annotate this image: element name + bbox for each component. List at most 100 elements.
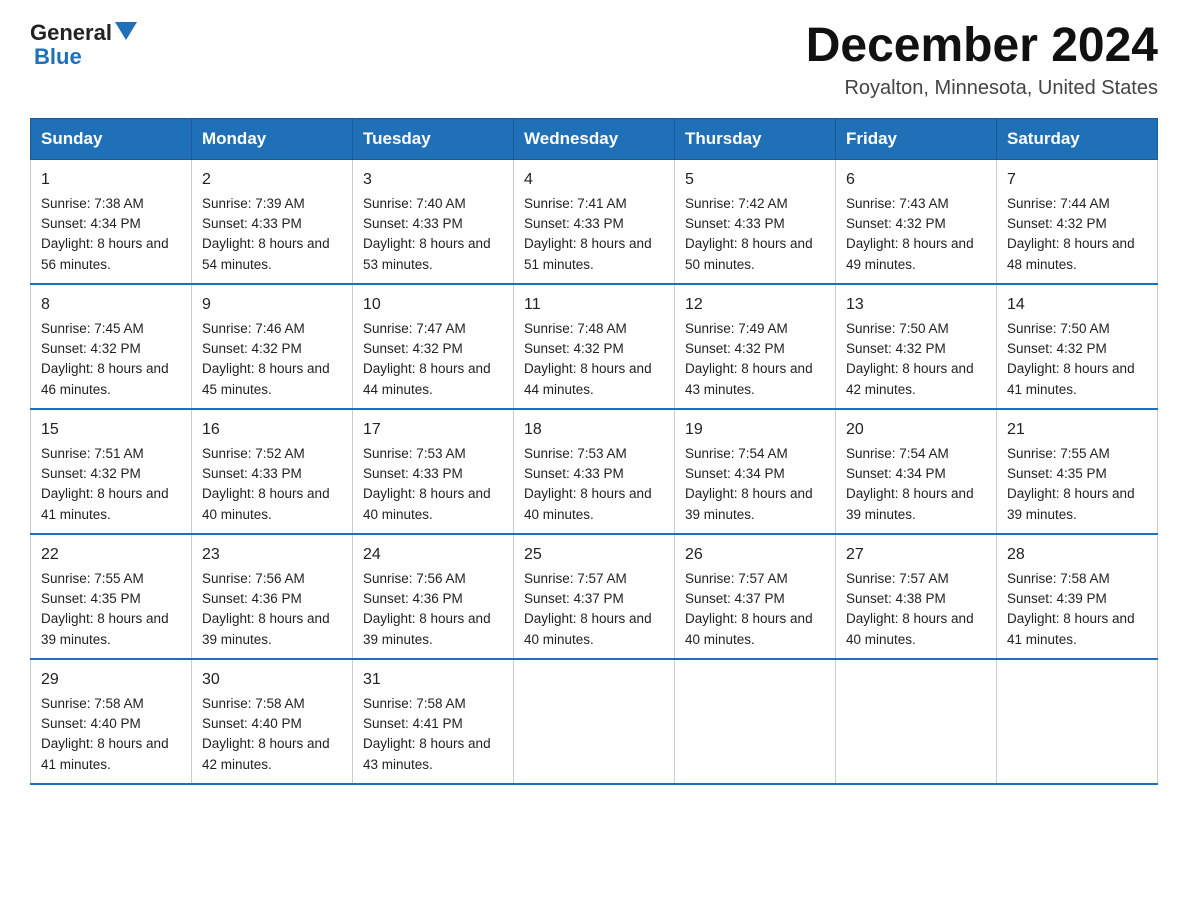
calendar-cell: 8Sunrise: 7:45 AMSunset: 4:32 PMDaylight… <box>31 284 192 409</box>
daylight-text: Daylight: 8 hours and 39 minutes. <box>685 486 813 521</box>
daylight-text: Daylight: 8 hours and 40 minutes. <box>363 486 491 521</box>
calendar-cell: 13Sunrise: 7:50 AMSunset: 4:32 PMDayligh… <box>836 284 997 409</box>
days-header-row: SundayMondayTuesdayWednesdayThursdayFrid… <box>31 118 1158 159</box>
sunset-text: Sunset: 4:40 PM <box>202 716 302 731</box>
day-number: 31 <box>363 668 503 692</box>
calendar-cell: 2Sunrise: 7:39 AMSunset: 4:33 PMDaylight… <box>192 159 353 284</box>
month-title: December 2024 <box>806 20 1158 73</box>
daylight-text: Daylight: 8 hours and 40 minutes. <box>202 486 330 521</box>
calendar-cell: 15Sunrise: 7:51 AMSunset: 4:32 PMDayligh… <box>31 409 192 534</box>
sunset-text: Sunset: 4:32 PM <box>202 341 302 356</box>
daylight-text: Daylight: 8 hours and 44 minutes. <box>524 361 652 396</box>
calendar-cell: 29Sunrise: 7:58 AMSunset: 4:40 PMDayligh… <box>31 659 192 784</box>
sunset-text: Sunset: 4:32 PM <box>41 341 141 356</box>
calendar-cell: 19Sunrise: 7:54 AMSunset: 4:34 PMDayligh… <box>675 409 836 534</box>
sunrise-text: Sunrise: 7:50 AM <box>1007 321 1110 336</box>
sunrise-text: Sunrise: 7:53 AM <box>363 446 466 461</box>
day-number: 18 <box>524 418 664 442</box>
sunrise-text: Sunrise: 7:50 AM <box>846 321 949 336</box>
logo: General Blue <box>30 20 137 70</box>
calendar-table: SundayMondayTuesdayWednesdayThursdayFrid… <box>30 118 1158 785</box>
day-number: 23 <box>202 543 342 567</box>
day-number: 17 <box>363 418 503 442</box>
calendar-cell: 27Sunrise: 7:57 AMSunset: 4:38 PMDayligh… <box>836 534 997 659</box>
sunset-text: Sunset: 4:32 PM <box>41 466 141 481</box>
day-number: 3 <box>363 168 503 192</box>
daylight-text: Daylight: 8 hours and 41 minutes. <box>41 736 169 771</box>
daylight-text: Daylight: 8 hours and 40 minutes. <box>846 611 974 646</box>
day-number: 5 <box>685 168 825 192</box>
calendar-week-row: 15 Sunrise: 7:51 AM Sunset: 4:32 PM Dayligh… <box>31 409 1158 534</box>
sunrise-text: Sunrise: 7:40 AM <box>363 196 466 211</box>
sunset-text: Sunset: 4:39 PM <box>1007 591 1107 606</box>
calendar-cell: 6Sunrise: 7:43 AMSunset: 4:32 PMDaylight… <box>836 159 997 284</box>
day-number: 7 <box>1007 168 1147 192</box>
sunrise-text: Sunrise: 7:51 AM <box>41 446 144 461</box>
sunset-text: Sunset: 4:33 PM <box>202 466 302 481</box>
sunset-text: Sunset: 4:36 PM <box>363 591 463 606</box>
calendar-cell: 22Sunrise: 7:55 AMSunset: 4:35 PMDayligh… <box>31 534 192 659</box>
daylight-text: Daylight: 8 hours and 39 minutes. <box>41 611 169 646</box>
sunset-text: Sunset: 4:32 PM <box>685 341 785 356</box>
calendar-cell: 9 Sunrise: 7:46 AM Sunset: 4:32 PM Daylight… <box>192 284 353 409</box>
calendar-cell: 21Sunrise: 7:55 AMSunset: 4:35 PMDayligh… <box>997 409 1158 534</box>
sunrise-text: Sunrise: 7:55 AM <box>1007 446 1110 461</box>
sunrise-text: Sunrise: 7:39 AM <box>202 196 305 211</box>
logo-general-text: General <box>30 20 112 46</box>
sunrise-text: Sunrise: 7:46 AM <box>202 321 305 336</box>
sunset-text: Sunset: 4:36 PM <box>202 591 302 606</box>
day-header-monday: Monday <box>192 118 353 159</box>
day-number: 28 <box>1007 543 1147 567</box>
daylight-text: Daylight: 8 hours and 39 minutes. <box>846 486 974 521</box>
sunset-text: Sunset: 4:32 PM <box>846 341 946 356</box>
daylight-text: Daylight: 8 hours and 39 minutes. <box>1007 486 1135 521</box>
daylight-text: Daylight: 8 hours and 42 minutes. <box>202 736 330 771</box>
daylight-text: Daylight: 8 hours and 43 minutes. <box>363 736 491 771</box>
sunset-text: Sunset: 4:34 PM <box>685 466 785 481</box>
day-number: 13 <box>846 293 986 317</box>
day-number: 29 <box>41 668 181 692</box>
sunrise-text: Sunrise: 7:38 AM <box>41 196 144 211</box>
sunrise-text: Sunrise: 7:42 AM <box>685 196 788 211</box>
daylight-text: Daylight: 8 hours and 45 minutes. <box>202 361 330 396</box>
sunrise-text: Sunrise: 7:54 AM <box>846 446 949 461</box>
calendar-cell: 23Sunrise: 7:56 AMSunset: 4:36 PMDayligh… <box>192 534 353 659</box>
calendar-cell: 18Sunrise: 7:53 AMSunset: 4:33 PMDayligh… <box>514 409 675 534</box>
sunset-text: Sunset: 4:38 PM <box>846 591 946 606</box>
calendar-week-row: 29Sunrise: 7:58 AMSunset: 4:40 PMDayligh… <box>31 659 1158 784</box>
calendar-cell: 14Sunrise: 7:50 AMSunset: 4:32 PMDayligh… <box>997 284 1158 409</box>
logo-arrow-icon <box>115 22 137 45</box>
sunrise-text: Sunrise: 7:56 AM <box>363 571 466 586</box>
daylight-text: Daylight: 8 hours and 48 minutes. <box>1007 236 1135 271</box>
sunrise-text: Sunrise: 7:45 AM <box>41 321 144 336</box>
day-number: 27 <box>846 543 986 567</box>
sunset-text: Sunset: 4:34 PM <box>41 216 141 231</box>
daylight-text: Daylight: 8 hours and 40 minutes. <box>524 611 652 646</box>
calendar-cell <box>997 659 1158 784</box>
calendar-cell: 20Sunrise: 7:54 AMSunset: 4:34 PMDayligh… <box>836 409 997 534</box>
day-number: 15 <box>41 418 181 442</box>
day-header-saturday: Saturday <box>997 118 1158 159</box>
daylight-text: Daylight: 8 hours and 41 minutes. <box>1007 361 1135 396</box>
location-title: Royalton, Minnesota, United States <box>806 77 1158 100</box>
sunset-text: Sunset: 4:33 PM <box>524 466 624 481</box>
daylight-text: Daylight: 8 hours and 43 minutes. <box>685 361 813 396</box>
daylight-text: Daylight: 8 hours and 40 minutes. <box>685 611 813 646</box>
day-number: 6 <box>846 168 986 192</box>
daylight-text: Daylight: 8 hours and 53 minutes. <box>363 236 491 271</box>
title-block: December 2024 Royalton, Minnesota, Unite… <box>806 20 1158 100</box>
day-number: 9 <box>202 293 342 317</box>
calendar-week-row: 22Sunrise: 7:55 AMSunset: 4:35 PMDayligh… <box>31 534 1158 659</box>
daylight-text: Daylight: 8 hours and 50 minutes. <box>685 236 813 271</box>
calendar-week-row: 1Sunrise: 7:38 AMSunset: 4:34 PMDaylight… <box>31 159 1158 284</box>
daylight-text: Daylight: 8 hours and 39 minutes. <box>363 611 491 646</box>
calendar-cell: 26Sunrise: 7:57 AMSunset: 4:37 PMDayligh… <box>675 534 836 659</box>
sunset-text: Sunset: 4:33 PM <box>363 216 463 231</box>
calendar-cell: 1Sunrise: 7:38 AMSunset: 4:34 PMDaylight… <box>31 159 192 284</box>
day-number: 10 <box>363 293 503 317</box>
sunset-text: Sunset: 4:33 PM <box>363 466 463 481</box>
daylight-text: Daylight: 8 hours and 39 minutes. <box>202 611 330 646</box>
day-number: 21 <box>1007 418 1147 442</box>
calendar-cell: 16Sunrise: 7:52 AMSunset: 4:33 PMDayligh… <box>192 409 353 534</box>
daylight-text: Daylight: 8 hours and 51 minutes. <box>524 236 652 271</box>
